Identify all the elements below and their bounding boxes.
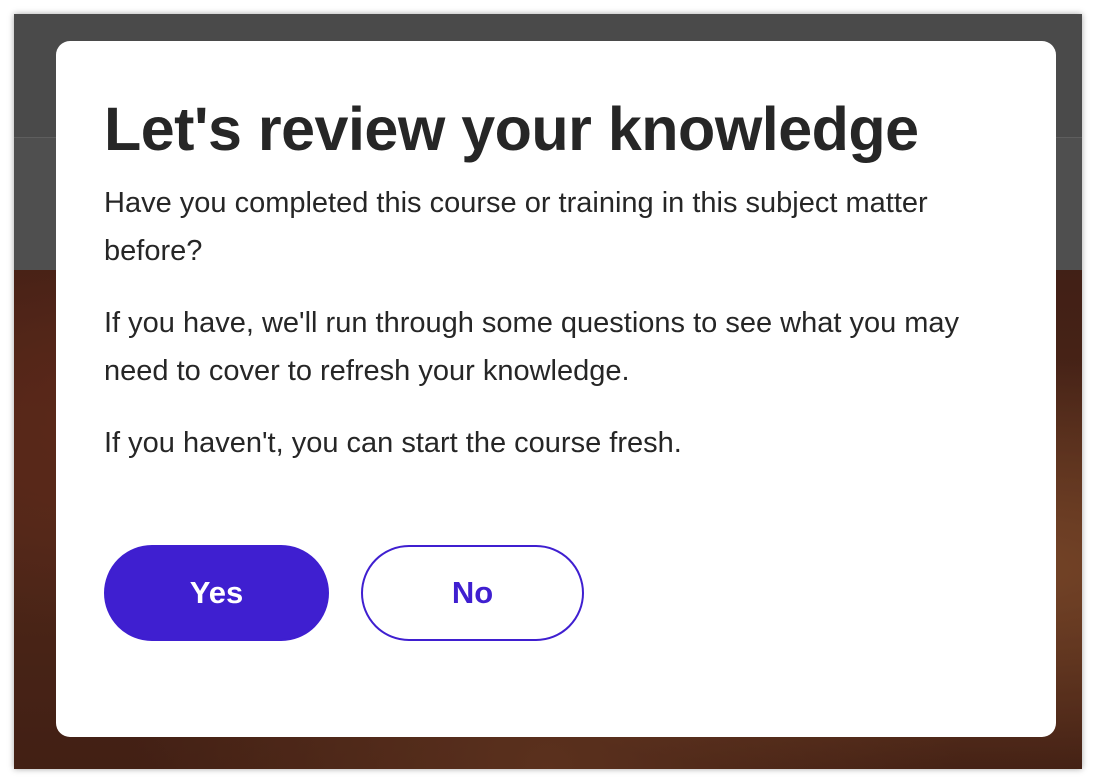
- dialog-paragraph-if-no: If you haven't, you can start the course…: [104, 427, 682, 459]
- no-button[interactable]: No: [361, 545, 584, 641]
- review-knowledge-dialog: Let's review your knowledge Have you com…: [56, 41, 1056, 737]
- dialog-actions: Yes No: [104, 545, 584, 641]
- dialog-paragraph-question: Have you completed this course or traini…: [104, 187, 928, 267]
- dialog-paragraph-if-yes: If you have, we'll run through some ques…: [104, 307, 960, 387]
- dialog-title: Let's review your knowledge: [104, 95, 919, 163]
- yes-button[interactable]: Yes: [104, 545, 329, 641]
